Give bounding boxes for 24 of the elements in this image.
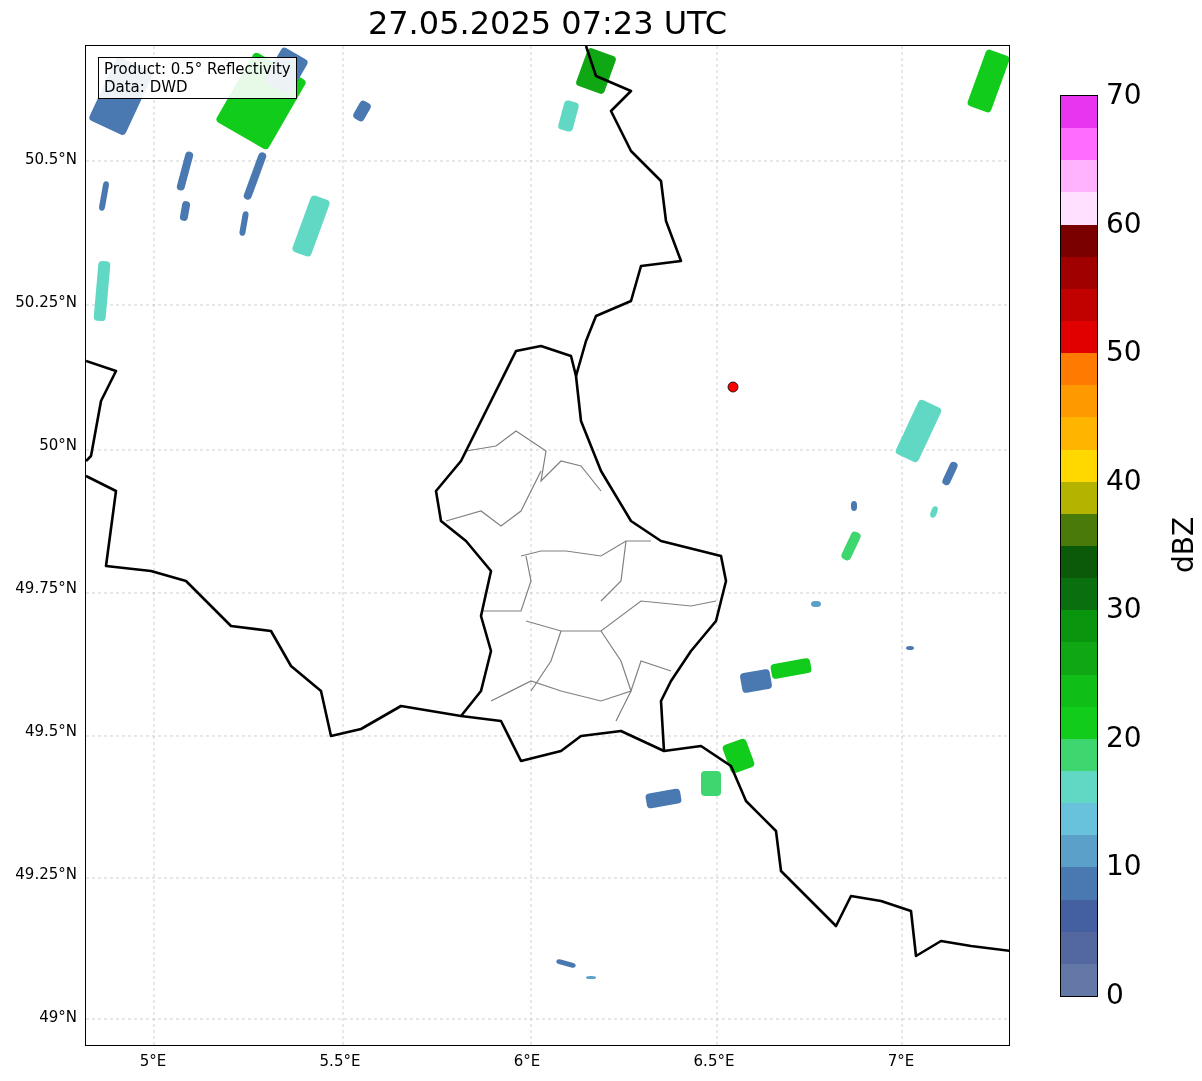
longitude-tick-label: 5°E	[139, 1054, 167, 1069]
colorbar-tick-label: 0	[1106, 981, 1124, 1009]
latitude-tick-label: 50.25°N	[15, 295, 77, 310]
latitude-tick-label: 50.5°N	[24, 152, 77, 167]
colorbar-label: dBZ	[1170, 516, 1199, 574]
latitude-tick-label: 50°N	[39, 438, 77, 453]
longitude-tick-label: 7°E	[887, 1054, 915, 1069]
longitude-tick-label: 6°E	[513, 1054, 541, 1069]
colorbar-tick-label: 30	[1106, 595, 1142, 624]
latitude-tick-label: 49°N	[39, 1010, 77, 1025]
colorbar-tick-label: 70	[1106, 81, 1142, 109]
colorbar-tick-label: 40	[1106, 466, 1142, 495]
legend-text: Data: DWD	[104, 78, 189, 96]
longitude-tick-label: 6.5°E	[693, 1054, 735, 1069]
colorbar-tick-label: 10	[1106, 852, 1142, 881]
latitude-tick-label: 49.25°N	[15, 867, 77, 882]
longitude-tick-label: 5.5°E	[319, 1054, 361, 1069]
chart-title: 27.05.2025 07:23 UTC	[367, 6, 728, 39]
colorbar-tick-label: 60	[1106, 209, 1142, 238]
latitude-tick-label: 49.5°N	[24, 724, 77, 739]
legend-text: Product: 0.5° Reflectivity	[104, 60, 291, 78]
colorbar-tick-label: 20	[1106, 723, 1142, 752]
colorbar-tick-label: 50	[1106, 338, 1142, 367]
latitude-tick-label: 49.75°N	[15, 581, 77, 596]
